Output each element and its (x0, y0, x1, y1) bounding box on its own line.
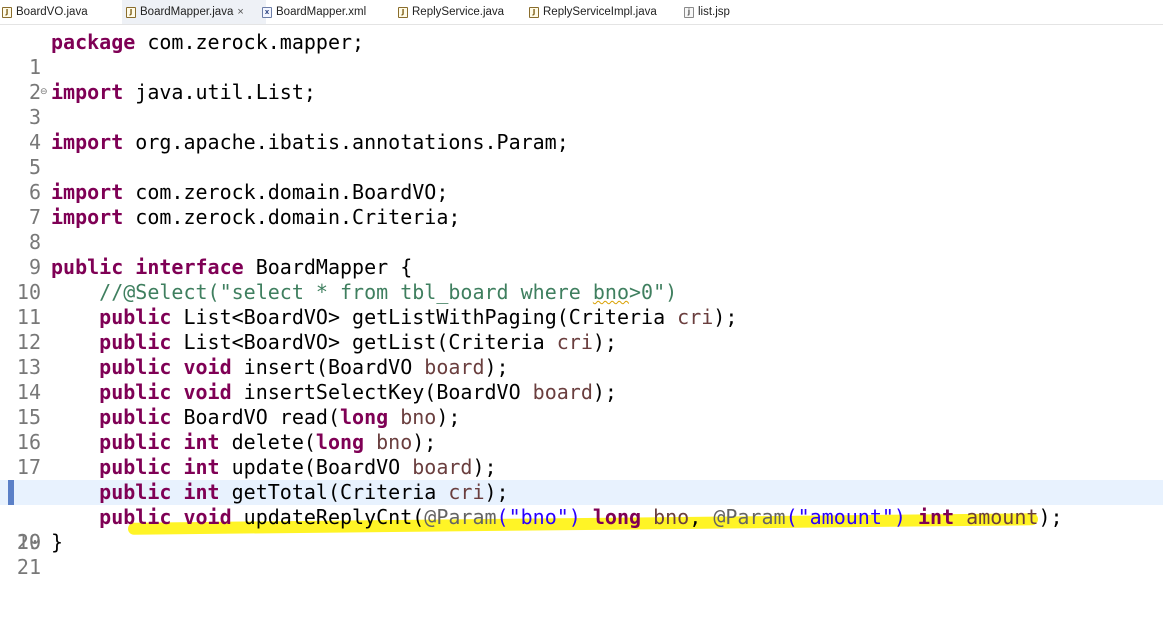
tab-label: list.jsp (698, 6, 730, 18)
java-file-icon: J (126, 6, 136, 18)
tab-replyserviceimpl-java[interactable]: J ReplyServiceImpl.java (529, 0, 679, 24)
tab-label: ReplyService.java (412, 6, 505, 18)
code-line[interactable]: 16 public BoardVO read(long bno); (0, 405, 1163, 454)
code-line[interactable]: 13 public List<BoardVO> getList(Criteria… (0, 330, 1163, 379)
code-line[interactable]: 6 (0, 155, 1163, 204)
code-line[interactable]: 4 (0, 105, 1163, 154)
code-line[interactable]: 7 import com.zerock.domain.BoardVO; (0, 180, 1163, 229)
keyword: package (51, 30, 136, 54)
code-line[interactable]: 18 public int update(BoardVO board); (0, 455, 1163, 504)
code-line[interactable]: 1 package com.zerock.mapper; (0, 30, 1163, 79)
code-line[interactable]: 2 (0, 55, 1163, 104)
tab-boardmapper-xml[interactable]: x BoardMapper.xml (262, 0, 392, 24)
code-line[interactable]: 8 import com.zerock.domain.Criteria; (0, 205, 1163, 254)
code-line[interactable]: 10 public interface BoardMapper { (0, 255, 1163, 304)
code-line[interactable]: 21 } (0, 530, 1163, 579)
tab-label: BoardVO.java (16, 6, 88, 18)
tab-list-jsp[interactable]: j list.jsp (684, 0, 744, 24)
tab-boardmapper-java[interactable]: J BoardMapper.java × (122, 0, 266, 24)
fold-toggle-icon[interactable]: ⊖ (40, 80, 48, 105)
xml-file-icon: x (262, 6, 272, 18)
tab-label: BoardMapper.java (140, 6, 234, 18)
close-tab-icon[interactable]: × (237, 6, 243, 18)
spelling-warning: bno (592, 280, 629, 304)
code-line[interactable]: 12 public List<BoardVO> getListWithPagin… (0, 305, 1163, 354)
code-editor[interactable]: 1 package com.zerock.mapper; 2 3 ⊖ impor… (0, 24, 1163, 579)
code-line[interactable]: 20 public void updateReplyCnt(@Param("bn… (0, 505, 1163, 554)
editor-tab-bar: J BoardVO.java J BoardMapper.java × x Bo… (0, 0, 1163, 25)
tab-boardvo-java[interactable]: J BoardVO.java (2, 0, 114, 24)
code-line[interactable]: 14 public void insert(BoardVO board); (0, 355, 1163, 404)
code-line[interactable]: 11 //@Select("select * from tbl_board wh… (0, 280, 1163, 329)
code-line[interactable]: 15 public void insertSelectKey(BoardVO b… (0, 380, 1163, 429)
java-file-icon: J (398, 6, 408, 18)
tab-label: ReplyServiceImpl.java (543, 6, 657, 18)
tab-label: BoardMapper.xml (276, 6, 367, 18)
current-line-marker (8, 480, 14, 505)
code-line[interactable]: 5 import org.apache.ibatis.annotations.P… (0, 130, 1163, 179)
comment: //@Select("select * from tbl_board where (99, 280, 593, 304)
code-line[interactable]: 3 ⊖ import java.util.List; (0, 80, 1163, 129)
java-file-icon: J (2, 6, 12, 18)
current-code-line[interactable]: 19 public int getTotal(Criteria cri); (0, 480, 1163, 554)
code-line[interactable]: 9 (0, 230, 1163, 279)
jsp-file-icon: j (684, 6, 694, 18)
line-number: 21 (16, 555, 41, 579)
code-line[interactable]: 17 public int delete(long bno); (0, 430, 1163, 479)
tab-replyservice-java[interactable]: J ReplyService.java (398, 0, 523, 24)
java-file-icon: J (529, 6, 539, 18)
